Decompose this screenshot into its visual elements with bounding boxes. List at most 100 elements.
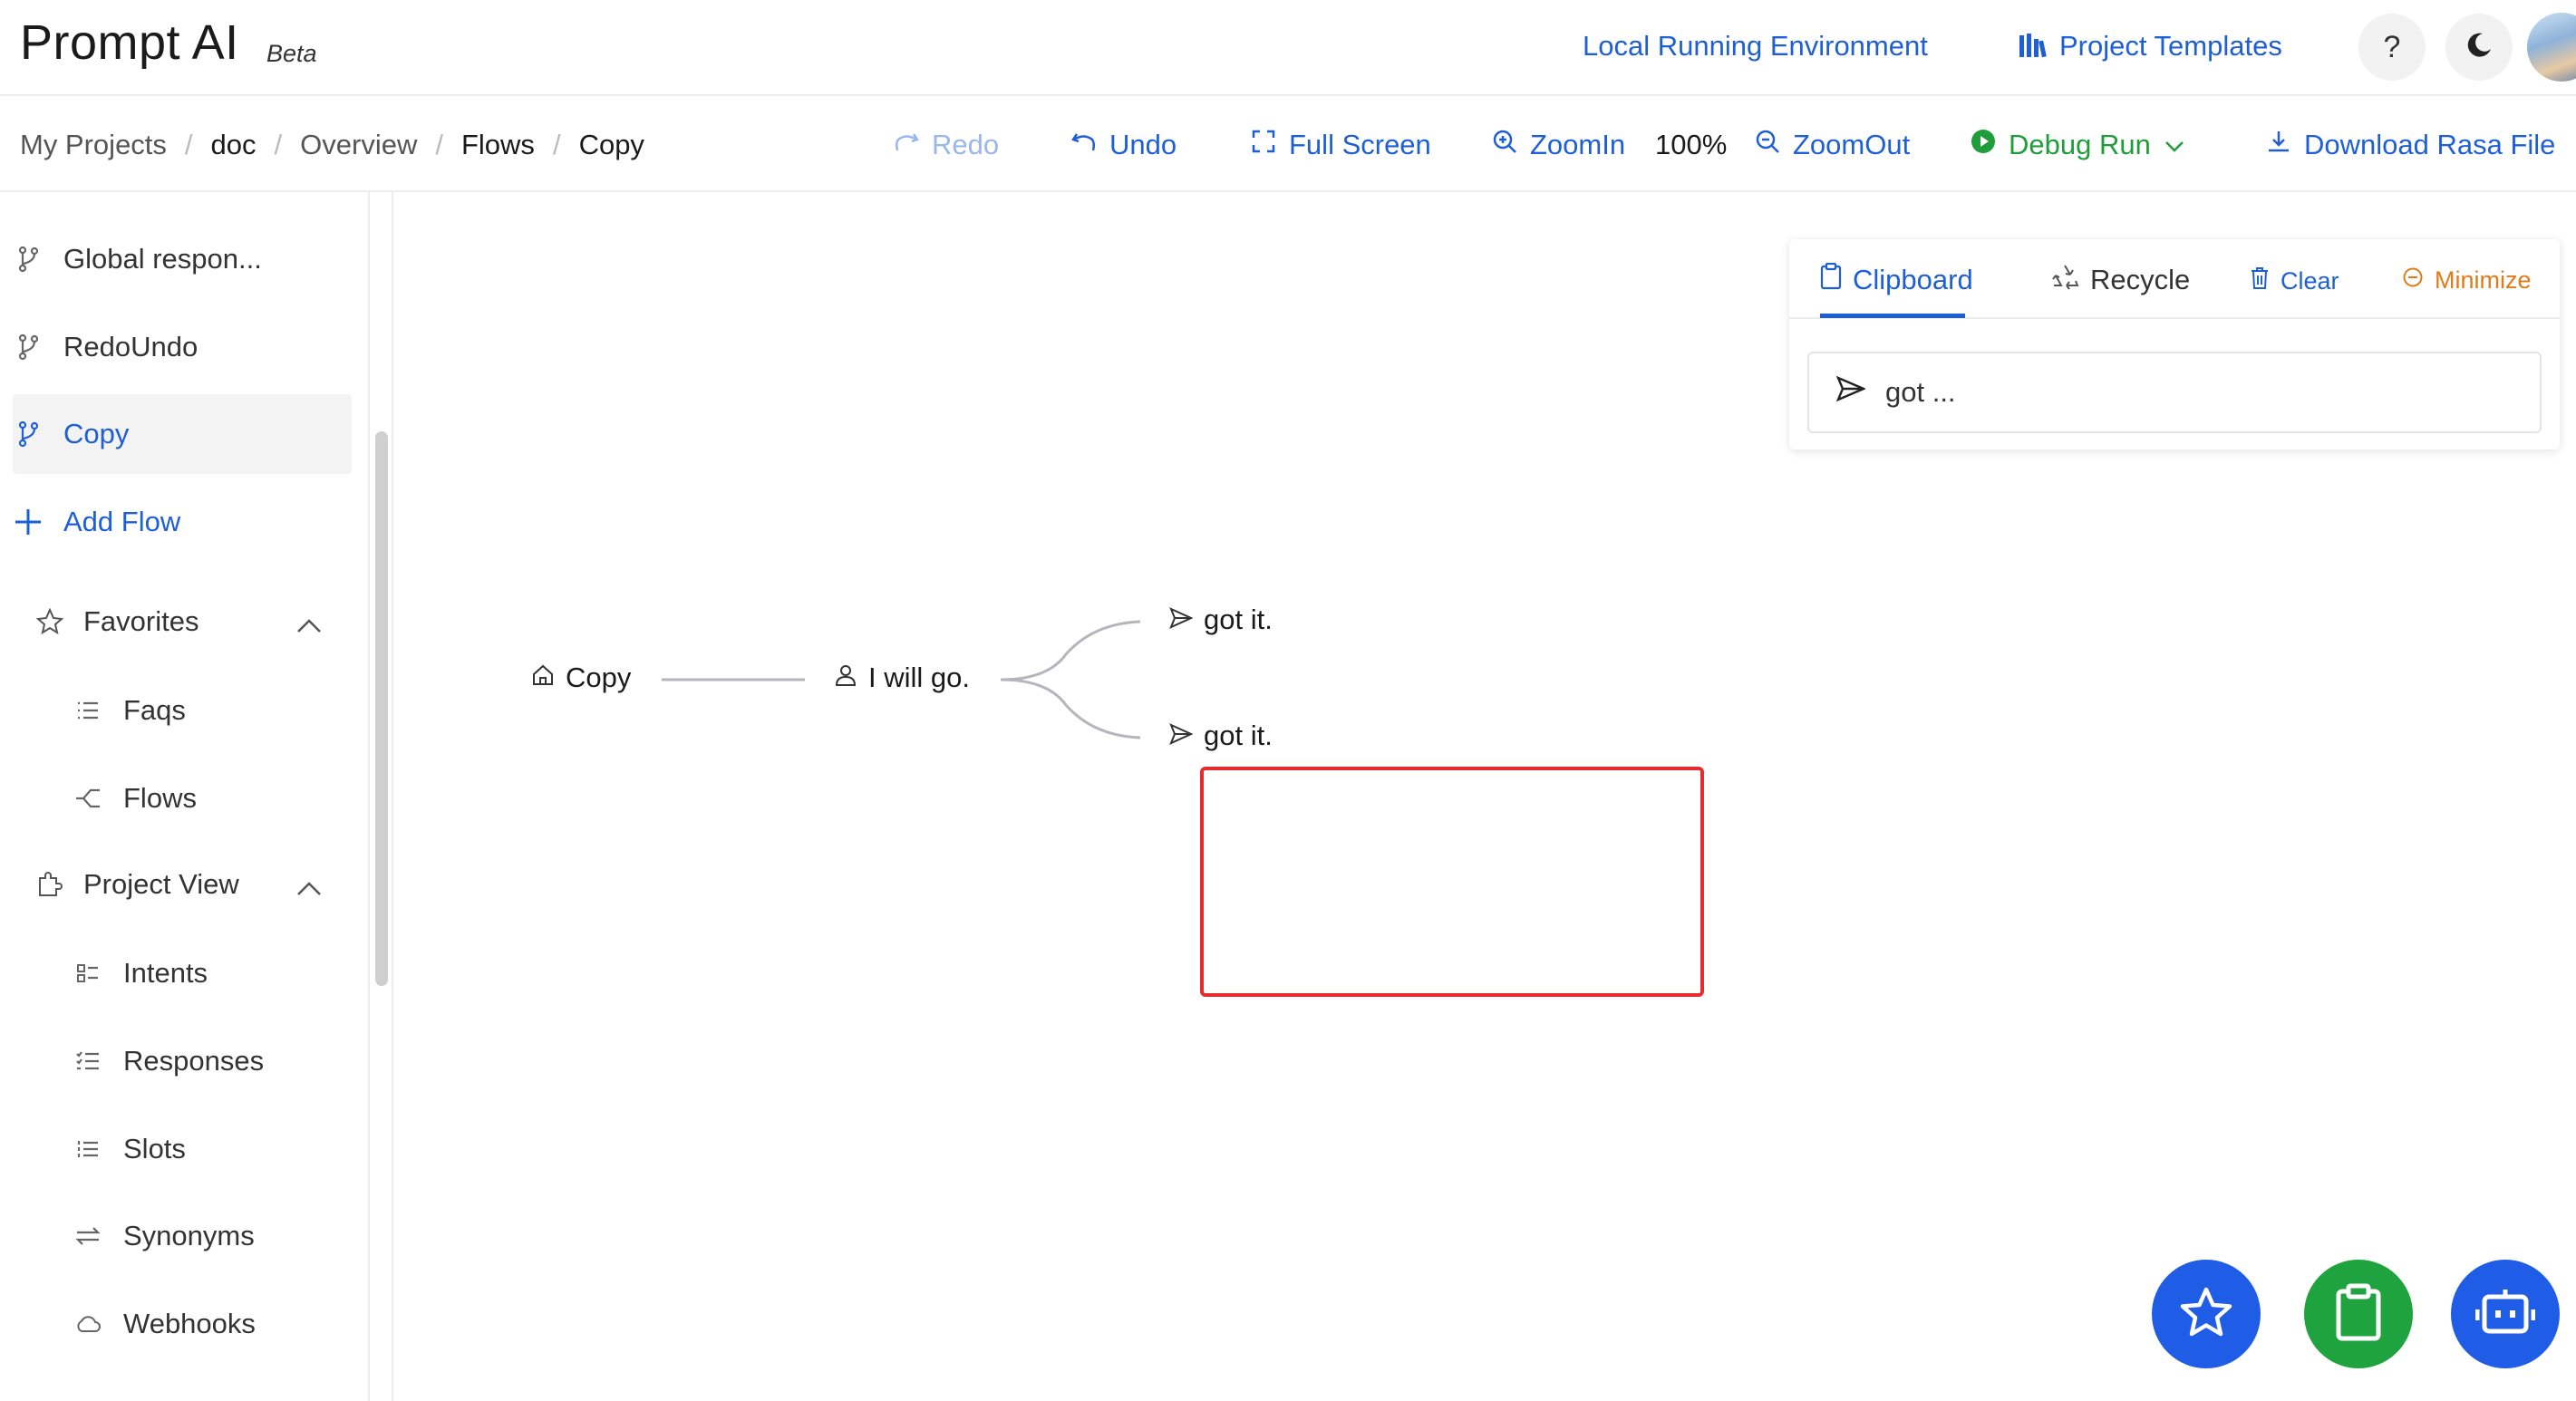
top-header: Prompt AI Beta Local Running Environment… (0, 0, 2576, 96)
clipboard-panel: Clipboard Recycle Clear Minimize got ... (1789, 239, 2560, 449)
download-icon (2266, 129, 2291, 161)
tab-recycle-label: Recycle (2090, 264, 2191, 295)
plus-icon (13, 507, 44, 536)
send-icon (1835, 375, 1867, 409)
robot-icon (2474, 1286, 2536, 1343)
clipboard-item[interactable]: got ... (1807, 352, 2542, 433)
undo-button[interactable]: Undo (1071, 129, 1177, 161)
favorites-fab[interactable] (2152, 1260, 2261, 1368)
clear-label: Clear (2281, 267, 2339, 295)
project-templates-link[interactable]: Project Templates (2018, 30, 2282, 66)
sidebar-flow-copy[interactable]: Copy (13, 394, 352, 474)
breadcrumb-copy: Copy (578, 129, 644, 160)
sidebar-item-synonyms[interactable]: Synonyms (73, 1196, 344, 1276)
sidebar-item-label: Responses (123, 1045, 265, 1077)
branch-icon (13, 420, 44, 448)
tab-recycle[interactable]: Recycle (2050, 263, 2190, 297)
zoomout-button[interactable]: ZoomOut (1755, 129, 1910, 161)
sidebar-item-label: Intents (123, 957, 208, 989)
sidebar-item-intents[interactable]: Intents (73, 933, 344, 1013)
favorites-section-toggle[interactable]: Favorites (34, 582, 343, 662)
sidebar-item-responses[interactable]: Responses (73, 1021, 344, 1101)
sidebar-flow-redoundo[interactable]: RedoUndo (13, 307, 352, 387)
project-view-section-toggle[interactable]: Project View (34, 845, 343, 924)
bot-fab[interactable] (2451, 1260, 2560, 1368)
chevron-up-icon (295, 872, 323, 904)
app-logo[interactable]: Prompt AI (20, 14, 239, 71)
clear-button[interactable]: Clear (2250, 266, 2339, 296)
sidebar-item-flows[interactable]: Flows (73, 758, 344, 838)
user-node-label: I will go. (868, 662, 970, 693)
add-flow-button[interactable]: Add Flow (13, 482, 352, 562)
user-node[interactable]: I will go. (834, 662, 970, 694)
chevron-up-icon (295, 609, 323, 642)
redo-button[interactable]: Redo (894, 129, 999, 161)
branch-icon (13, 246, 44, 273)
fullscreen-icon (1251, 129, 1276, 161)
redo-label: Redo (932, 129, 1000, 160)
breadcrumb-doc[interactable]: doc (211, 129, 257, 161)
breadcrumb-separator: / (184, 129, 193, 160)
local-env-label: Local Running Environment (1583, 30, 1928, 62)
bot-node-label: got it. (1204, 604, 1273, 635)
sidebar-item-webhooks[interactable]: Webhooks (73, 1284, 344, 1364)
dark-mode-button[interactable] (2445, 14, 2513, 81)
minus-circle-icon (2402, 266, 2424, 295)
recycle-icon (2050, 263, 2079, 297)
user-icon (834, 662, 857, 694)
clipboard-fab[interactable] (2304, 1260, 2413, 1368)
breadcrumb-my-projects[interactable]: My Projects (20, 129, 167, 161)
project-templates-label: Project Templates (2059, 30, 2282, 62)
minimize-label: Minimize (2435, 266, 2532, 294)
toolbar: My Projects / doc / Overview / Flows / C… (0, 96, 2576, 192)
download-rasa-button[interactable]: Download Rasa File (2266, 129, 2555, 161)
selection-box[interactable] (1200, 767, 1704, 997)
breadcrumb-separator: / (552, 129, 561, 160)
debug-run-button[interactable]: Debug Run (1971, 129, 2185, 161)
sidebar-item-label: Flows (123, 782, 197, 814)
sidebar-item-label: Slots (123, 1133, 186, 1164)
minimize-button[interactable]: Minimize (2402, 266, 2532, 295)
clipboard-item-label: got ... (1885, 376, 1956, 408)
zoom-out-icon (1755, 129, 1780, 161)
undo-icon (1071, 129, 1097, 161)
breadcrumb-flows[interactable]: Flows (461, 129, 535, 161)
puzzle-icon (34, 871, 65, 898)
root-node-label: Copy (566, 662, 632, 693)
star-icon (34, 608, 65, 635)
sidebar-item-slots[interactable]: Slots (73, 1109, 344, 1189)
clipboard-panel-tabs: Clipboard Recycle Clear Minimize (1789, 239, 2560, 319)
sidebar-item-label: RedoUndo (63, 331, 199, 362)
beta-label: Beta (266, 40, 317, 67)
help-button[interactable]: ? (2358, 14, 2426, 81)
sidebar-item-faqs[interactable]: Faqs (73, 671, 344, 750)
user-avatar[interactable] (2527, 13, 2576, 82)
moon-icon (2465, 31, 2494, 64)
fullscreen-label: Full Screen (1289, 129, 1431, 160)
root-node[interactable]: Copy (531, 662, 631, 694)
bot-node[interactable]: got it. (1169, 604, 1273, 636)
send-icon (1169, 604, 1194, 636)
library-icon (2018, 32, 2047, 66)
zoom-in-icon (1492, 129, 1517, 161)
local-env-link[interactable]: Local Running Environment (1583, 30, 1928, 63)
zoom-level-value: 100% (1655, 129, 1728, 160)
favorites-label: Favorites (83, 605, 199, 637)
bot-node[interactable]: got it. (1169, 720, 1273, 752)
clipboard-icon (1820, 262, 1842, 297)
redo-icon (894, 129, 919, 161)
sidebar-flow-global-response[interactable]: Global respon... (13, 219, 352, 299)
breadcrumb-overview[interactable]: Overview (300, 129, 417, 161)
help-label: ? (2383, 29, 2401, 64)
flow-icon (73, 787, 103, 810)
project-view-label: Project View (83, 868, 239, 900)
intent-icon (73, 963, 103, 983)
sidebar-scrollbar[interactable] (375, 431, 388, 986)
tab-clipboard[interactable]: Clipboard (1820, 262, 1973, 297)
breadcrumb: My Projects / doc / Overview / Flows / C… (20, 129, 644, 161)
clipboard-icon (2335, 1283, 2382, 1346)
zoom-level: 100% (1655, 129, 1727, 161)
fullscreen-button[interactable]: Full Screen (1251, 129, 1431, 161)
zoomin-button[interactable]: ZoomIn (1492, 129, 1625, 161)
star-icon (2179, 1286, 2233, 1343)
